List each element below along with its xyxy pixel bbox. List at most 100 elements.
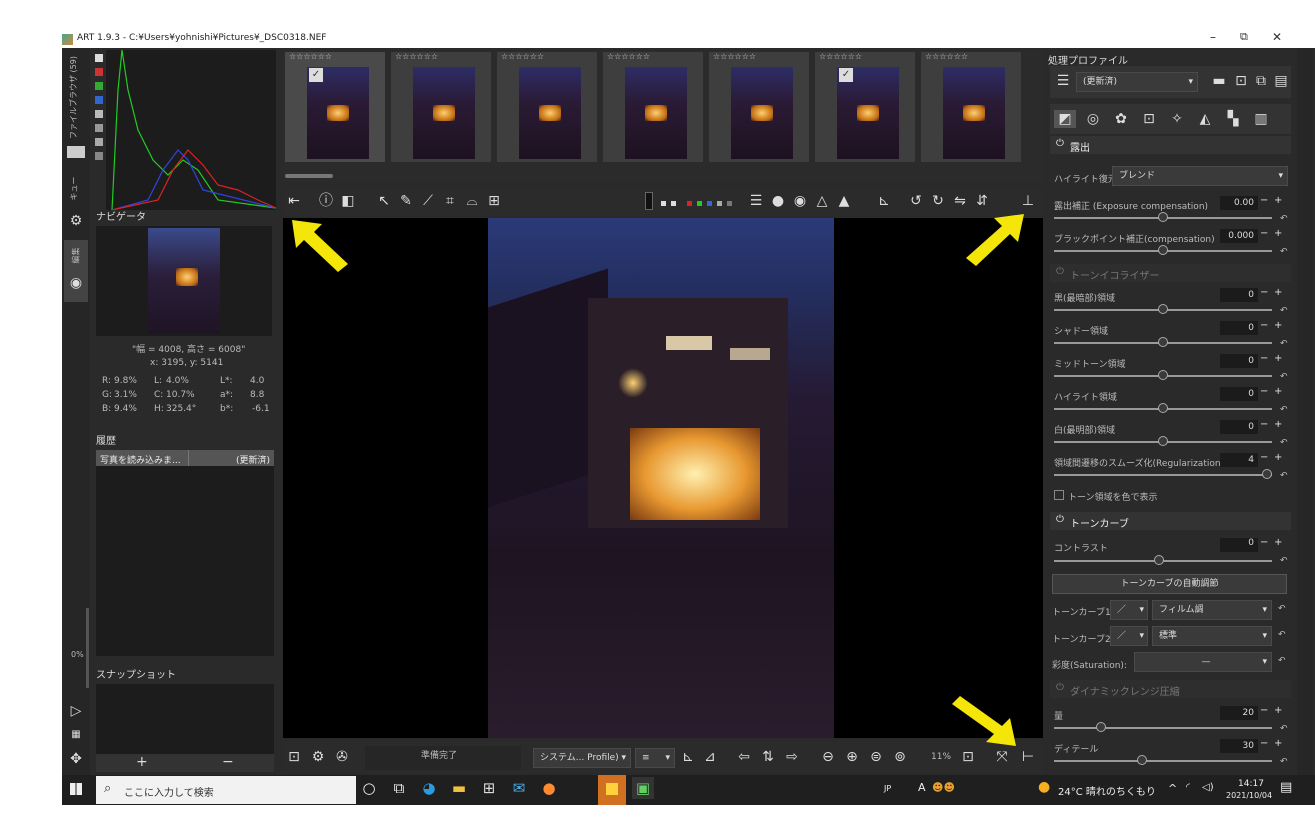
- ime-mode[interactable]: A: [918, 781, 926, 794]
- plus-icon[interactable]: +: [1274, 738, 1282, 749]
- dot-icon[interactable]: ●: [769, 192, 787, 210]
- hide-right-panel-icon[interactable]: ⊢: [1019, 748, 1037, 766]
- filmstrip-thumb[interactable]: ☆☆☆☆☆☆ ✓: [815, 52, 915, 162]
- histogram-blue-toggle[interactable]: [95, 96, 103, 104]
- slider-track[interactable]: [1054, 474, 1272, 476]
- next-image-icon[interactable]: ⇨: [783, 748, 801, 766]
- start-button[interactable]: [70, 783, 82, 795]
- gears-icon[interactable]: ⚙: [66, 212, 86, 230]
- warning-outline-icon[interactable]: △: [813, 192, 831, 210]
- slider-knob[interactable]: [1158, 370, 1168, 380]
- move-icon[interactable]: ✥: [66, 750, 86, 768]
- add-snapshot-button[interactable]: +: [136, 754, 148, 770]
- histogram-bar-toggle[interactable]: [95, 152, 103, 160]
- grid-icon[interactable]: ⊞: [485, 192, 503, 210]
- tab-exposure[interactable]: ◩: [1054, 110, 1076, 128]
- crop-icon[interactable]: ⌗: [441, 192, 459, 210]
- slider-value[interactable]: 0: [1220, 321, 1258, 335]
- warning-icon[interactable]: ▲: [835, 192, 853, 210]
- saturation-select[interactable]: — ▾: [1134, 652, 1272, 672]
- histogram-mode-icon[interactable]: [95, 54, 103, 62]
- minus-icon[interactable]: −: [1260, 320, 1268, 331]
- tab-edit[interactable]: 編集 ◉: [64, 240, 88, 302]
- tab-meta[interactable]: ▥: [1250, 110, 1272, 128]
- plus-icon[interactable]: +: [1274, 195, 1282, 206]
- auto-curve-button[interactable]: トーンカーブの自動調節: [1052, 574, 1287, 594]
- rgb-icon[interactable]: ▦: [66, 726, 86, 744]
- gamut-check-icon[interactable]: ⊿: [701, 748, 719, 766]
- network-icon[interactable]: ◜: [1186, 782, 1190, 793]
- rotate-left-icon[interactable]: ↺: [907, 192, 925, 210]
- editor-icon[interactable]: ✇: [333, 748, 351, 766]
- new-tool-icon[interactable]: ▷: [66, 702, 86, 720]
- weather-text[interactable]: 24°C 晴れのちくもり: [1058, 783, 1156, 798]
- reset-icon[interactable]: ↶: [1280, 438, 1288, 448]
- plus-icon[interactable]: +: [1274, 320, 1282, 331]
- tab-queue[interactable]: キュー: [68, 173, 84, 203]
- minimize-button[interactable]: –: [1210, 30, 1216, 44]
- restore-button[interactable]: ⧉: [1240, 30, 1248, 44]
- tray-chevron-icon[interactable]: ^: [1168, 782, 1177, 795]
- mask-icon[interactable]: ☰: [747, 192, 765, 210]
- plus-icon[interactable]: +: [1274, 353, 1282, 364]
- filmstrip-scrollbar[interactable]: [285, 174, 333, 178]
- left-scrollbar[interactable]: [86, 608, 89, 688]
- channel-gray[interactable]: [671, 201, 676, 206]
- slider-knob[interactable]: [1096, 722, 1106, 732]
- remove-snapshot-button[interactable]: −: [222, 754, 234, 770]
- edge-icon[interactable]: ◕: [418, 777, 440, 799]
- rating-stars[interactable]: ☆☆☆☆☆☆: [501, 52, 544, 61]
- reset-icon[interactable]: ↶: [1280, 372, 1288, 382]
- minus-icon[interactable]: −: [1260, 738, 1268, 749]
- exposure-header[interactable]: ⏻ 露出: [1050, 136, 1291, 154]
- pointer-icon[interactable]: ↖: [375, 192, 393, 210]
- slider-knob[interactable]: [1137, 755, 1147, 765]
- minus-icon[interactable]: −: [1260, 705, 1268, 716]
- filmstrip-thumb[interactable]: ☆☆☆☆☆☆: [497, 52, 597, 162]
- rating-stars[interactable]: ☆☆☆☆☆☆: [395, 52, 438, 61]
- preview-area[interactable]: [283, 218, 1043, 738]
- slider-value[interactable]: 0: [1220, 387, 1258, 401]
- histogram-chroma-toggle[interactable]: [95, 124, 103, 132]
- intent-select[interactable]: ≡ ▾: [635, 748, 675, 768]
- channel-green[interactable]: [697, 201, 702, 206]
- minus-icon[interactable]: −: [1260, 419, 1268, 430]
- tab-color[interactable]: ✿: [1110, 110, 1132, 128]
- search-box[interactable]: ⌕ ここに入力して検索: [96, 776, 356, 804]
- reset-icon[interactable]: ↶: [1280, 339, 1288, 349]
- contrast-value[interactable]: 0: [1220, 538, 1258, 552]
- power-icon[interactable]: ⏻: [1056, 514, 1064, 525]
- rotate-right-icon[interactable]: ↻: [929, 192, 947, 210]
- info-icon[interactable]: ⓘ: [317, 192, 335, 210]
- fullscreen-icon[interactable]: ⤧: [993, 748, 1011, 766]
- show-colors-checkbox[interactable]: [1054, 490, 1064, 500]
- copy-profile-icon[interactable]: ⧉: [1252, 72, 1270, 90]
- slider-value[interactable]: 0: [1220, 354, 1258, 368]
- slider-knob[interactable]: [1262, 469, 1272, 479]
- curve1-shape-select[interactable]: ／ ▾: [1110, 600, 1148, 620]
- reset-icon[interactable]: ↶: [1278, 656, 1286, 666]
- cortana-icon[interactable]: ○: [358, 777, 380, 799]
- plus-icon[interactable]: +: [1274, 228, 1282, 239]
- histogram-luma-toggle[interactable]: [95, 110, 103, 118]
- zoom-fit-icon[interactable]: ⊜: [867, 748, 885, 766]
- previous-image-icon[interactable]: ⇦: [735, 748, 753, 766]
- close-button[interactable]: ✕: [1272, 30, 1282, 44]
- slider-knob[interactable]: [1158, 245, 1168, 255]
- slider-track[interactable]: [1054, 760, 1272, 762]
- slider-value[interactable]: 0.00: [1220, 196, 1258, 210]
- right-scrollbar[interactable]: [1297, 48, 1313, 775]
- rating-stars[interactable]: ☆☆☆☆☆☆: [289, 52, 332, 61]
- save-profile-icon[interactable]: ⊡: [1232, 72, 1250, 90]
- gamut-icon[interactable]: ⊾: [875, 192, 893, 210]
- channel-red[interactable]: [687, 201, 692, 206]
- plus-icon[interactable]: +: [1274, 705, 1282, 716]
- tray-icons[interactable]: ☻☻: [932, 781, 955, 794]
- slider-knob[interactable]: [1158, 337, 1168, 347]
- highlight-recovery-select[interactable]: ブレンド ▾: [1112, 166, 1288, 186]
- straighten-icon[interactable]: ⟋: [419, 192, 437, 210]
- plus-icon[interactable]: +: [1274, 287, 1282, 298]
- plus-icon[interactable]: +: [1274, 452, 1282, 463]
- firefox-icon[interactable]: ●: [538, 777, 560, 799]
- channel-blue[interactable]: [707, 201, 712, 206]
